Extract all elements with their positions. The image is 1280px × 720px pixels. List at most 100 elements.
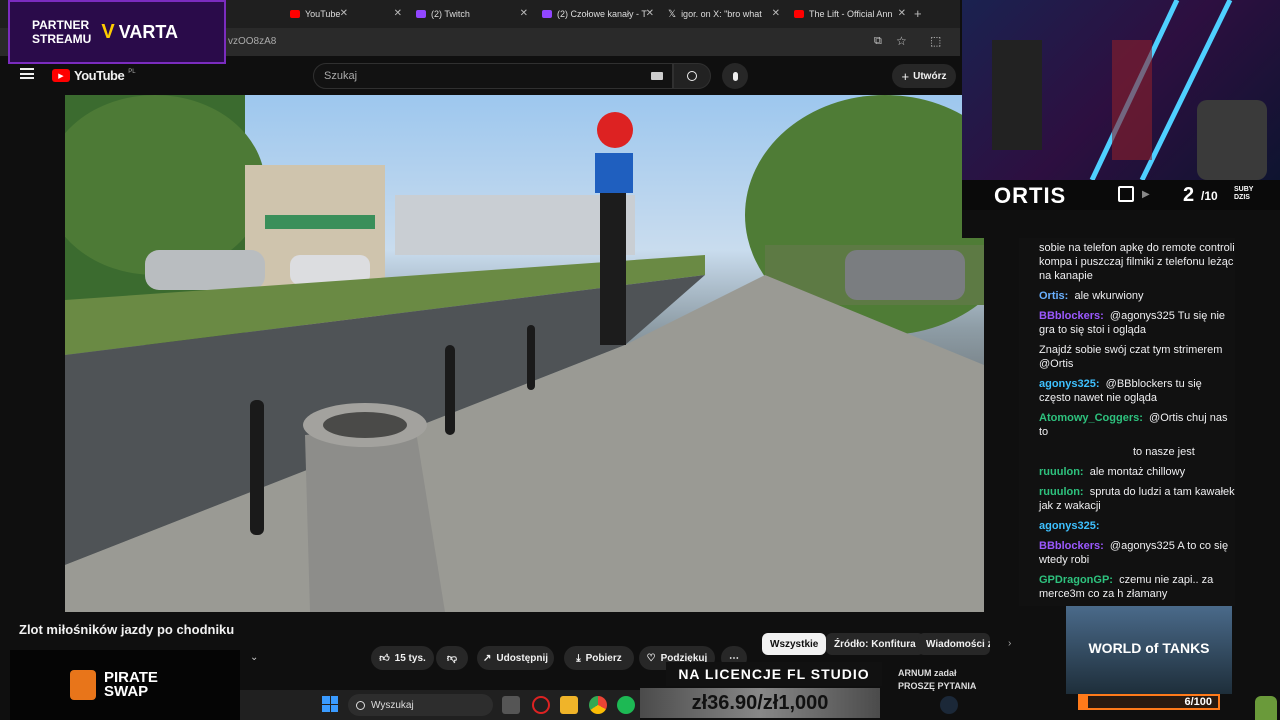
bookmark-star-icon[interactable]: ☆: [896, 34, 907, 48]
browser-tab-youtube[interactable]: YouTube ✕: [282, 2, 406, 26]
chevron-right-icon[interactable]: ›: [1008, 638, 1011, 649]
url-text[interactable]: vzOO8zA8: [228, 36, 276, 47]
mic-icon: [732, 71, 738, 81]
stream-chat: sobie na telefon apkę do remote controli…: [1019, 238, 1235, 606]
browser-tab-x[interactable]: 𝕏igor. on X: "bro what ✕: [660, 2, 784, 26]
youtube-icon: [794, 10, 804, 18]
video-frame: [65, 95, 984, 612]
pirate-logo-icon: [70, 670, 96, 700]
arrow-icon: ▶: [1142, 189, 1150, 200]
close-icon[interactable]: ✕: [520, 8, 528, 19]
chat-header-spacer: [962, 210, 1280, 238]
x-logo-icon: 𝕏: [668, 8, 677, 20]
chat-text: ale montaż chillowy: [1089, 466, 1186, 478]
chip-all[interactable]: Wszystkie: [762, 633, 827, 655]
new-tab-button[interactable]: +: [914, 6, 922, 21]
spotify-icon[interactable]: [617, 696, 635, 714]
browser-tab-the-lift[interactable]: The Lift - Official Ann ✕: [786, 2, 910, 26]
video-title: Zlot miłośników jazdy po chodniku: [19, 622, 235, 637]
thanks-icon: ♡: [646, 652, 656, 664]
chat-text: sobie na telefon apkę do remote controli…: [1039, 242, 1235, 282]
keyboard-icon[interactable]: [651, 72, 663, 80]
chat-username[interactable]: Atomowy_Coggers:: [1039, 412, 1143, 424]
youtube-icon: [290, 10, 300, 18]
voice-search-button[interactable]: [722, 63, 748, 89]
twitch-icon: [1118, 186, 1134, 202]
search-icon: [687, 71, 697, 81]
youtube-play-icon: ▶: [52, 69, 70, 82]
close-icon[interactable]: ✕: [646, 8, 654, 19]
world-of-tanks-ad: WORLD of TANKS: [1066, 606, 1232, 694]
chip-news[interactable]: Wiadomości ze: [918, 633, 990, 655]
chat-text: Znajdź sobie swój czat tym strimerem @Or…: [1039, 344, 1223, 370]
chat-username[interactable]: agonys325:: [1039, 378, 1100, 390]
goal-progress-fill: [1080, 696, 1089, 708]
thumbs-down-icon: 👎︎: [446, 653, 458, 664]
fl-studio-goal-label: NA LICENCJE FL STUDIO: [666, 662, 882, 686]
varta-v-icon: V: [101, 20, 115, 43]
opera-icon[interactable]: [532, 696, 550, 714]
search-input[interactable]: Szukaj: [313, 63, 673, 89]
chat-message: to nasze jest: [1039, 445, 1235, 459]
youtube-logo[interactable]: ▶ YouTube PL: [52, 68, 136, 83]
fl-studio-goal-amount: zł36.90/zł1,000: [640, 688, 880, 718]
side-text-2: PROSZĘ PYTANIA: [898, 681, 977, 691]
chat-message: agonys325:: [1039, 519, 1235, 533]
file-explorer-icon[interactable]: [560, 696, 578, 714]
partner-banner: PARTNER STREAMU V VARTA: [8, 0, 226, 64]
streamer-name: ORTIS: [994, 183, 1067, 208]
thumbs-up-icon: 👍︎: [379, 653, 390, 664]
subs-count: 2: [1183, 184, 1195, 206]
chat-text: to nasze jest: [1133, 446, 1195, 458]
task-view-icon[interactable]: [502, 696, 520, 714]
chat-username[interactable]: GPDragonGP:: [1039, 574, 1113, 586]
close-icon[interactable]: ✕: [898, 8, 906, 19]
twitch-icon: [542, 10, 552, 18]
share-icon: ↗: [482, 652, 492, 664]
chat-username[interactable]: Ortis:: [1039, 290, 1068, 302]
create-button[interactable]: + Utwórz: [892, 64, 956, 88]
share-button[interactable]: ↗ Udostępnij: [477, 646, 554, 670]
steam-icon[interactable]: [940, 696, 958, 714]
browser-tab-twitch[interactable]: (2) Twitch ✕: [408, 2, 532, 26]
taskbar-search[interactable]: Wyszukaj: [348, 694, 493, 716]
close-icon[interactable]: ✕: [772, 8, 780, 19]
chat-username[interactable]: ruuulon:: [1039, 486, 1084, 498]
plus-icon: +: [901, 68, 910, 84]
chrome-icon[interactable]: [589, 696, 607, 714]
browser-tab-twitch-channels[interactable]: (2) Czołowe kanały - T ✕: [534, 2, 658, 26]
chat-username[interactable]: ruuulon:: [1039, 466, 1084, 478]
search-button[interactable]: [673, 63, 711, 89]
webcam-feed: [962, 0, 1280, 182]
chat-message: ruuulon: ale montaż chillowy: [1039, 465, 1235, 479]
tanks-logo: WORLD of TANKS: [1088, 640, 1210, 656]
chip-source[interactable]: Źródło: Konfitura: [826, 633, 924, 655]
subs-goal: /10: [1201, 189, 1218, 203]
close-icon[interactable]: ✕: [394, 8, 402, 19]
twitch-icon: [416, 10, 426, 18]
side-text-1: ARNUM zadał: [898, 668, 957, 678]
chat-username[interactable]: agonys325:: [1039, 520, 1100, 532]
dislike-button[interactable]: 👎︎: [436, 646, 468, 670]
chat-message: Atomowy_Coggers: @Ortis chuj nas to: [1039, 411, 1235, 439]
extensions-icon[interactable]: ⬚: [930, 34, 941, 48]
chat-message: BBblockers: @agonys325 Tu się nie gra to…: [1039, 309, 1235, 337]
chat-username[interactable]: BBblockers:: [1039, 540, 1104, 552]
install-icon[interactable]: ⧉: [874, 35, 882, 48]
menu-icon[interactable]: [20, 68, 34, 79]
goal-progress-bar: 6/100: [1078, 694, 1220, 710]
chat-message: Znajdź sobie swój czat tym strimerem @Or…: [1039, 343, 1235, 371]
chevron-down-icon[interactable]: ⌄: [250, 652, 258, 663]
download-button[interactable]: ⤓ Pobierz: [564, 646, 634, 670]
chat-message: ruuulon: spruta do ludzi a tam kawałek j…: [1039, 485, 1235, 513]
pirate-swap-ad: PIRATE SWAP: [10, 650, 240, 720]
chat-message: sobie na telefon apkę do remote controli…: [1039, 241, 1235, 283]
windows-start-icon[interactable]: [322, 696, 338, 712]
varta-logo: V VARTA: [101, 20, 179, 43]
chat-message: agonys325: @BBblockers tu się często naw…: [1039, 377, 1235, 405]
chat-username[interactable]: BBblockers:: [1039, 310, 1104, 322]
subs-label: SUBY DZIS: [1234, 186, 1254, 201]
like-button[interactable]: 👍︎ 15 tys.: [371, 646, 434, 670]
chat-message: BBblockers: @agonys325 A to co się wtedy…: [1039, 539, 1235, 567]
video-player[interactable]: [65, 95, 984, 612]
